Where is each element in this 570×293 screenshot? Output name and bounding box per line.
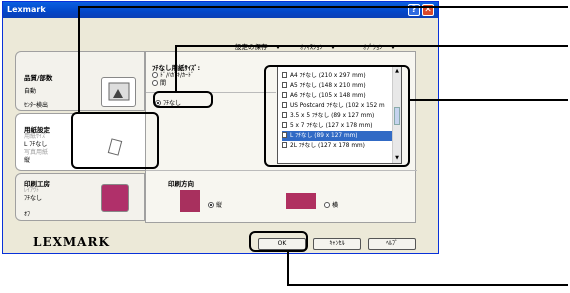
tab-paper-line2: L ﾌﾁなし [24, 141, 48, 148]
tab-quality-line2: 自動 [24, 88, 37, 95]
callout-line [287, 284, 568, 286]
callout-box-list [264, 65, 410, 167]
radio-icon [324, 202, 330, 208]
tab-quality[interactable]: 品質/部数 自動 ｾﾝﾀｰ検出 [15, 51, 145, 111]
title-bar[interactable]: Lexmark ? ✕ [3, 2, 438, 18]
callout-line [175, 45, 177, 92]
photo-thumbnail-icon [101, 184, 129, 212]
window-title: Lexmark [7, 5, 46, 14]
callout-box-tab [71, 112, 159, 169]
callout-box-borderless [153, 91, 213, 108]
callout-line [410, 99, 568, 101]
portrait-option[interactable]: 縦 [208, 200, 222, 209]
tab-studio-line4: ｵﾌ [24, 211, 31, 218]
portrait-icon [180, 190, 200, 212]
landscape-icon [286, 193, 316, 209]
option-other-label: 間 [160, 80, 167, 87]
photo-quality-icon [101, 77, 136, 107]
tab-paper-line1: 用紙ｻｲｽﾞ [24, 133, 49, 140]
tab-print-studio[interactable]: 印刷工房 ﾚｲｱｳﾄ ﾌﾁなし ｵﾌ [15, 173, 145, 221]
landscape-label: 横 [332, 202, 339, 209]
landscape-option[interactable]: 横 [324, 200, 338, 209]
help-button[interactable]: ﾍﾙﾌﾟ [368, 238, 416, 250]
tab-studio-line2: ﾌﾁなし [24, 195, 43, 202]
cancel-button[interactable]: ｷｬﾝｾﾙ [313, 238, 361, 250]
option-other[interactable]: 間 [152, 78, 166, 87]
orientation-label: 印刷方向 [168, 180, 194, 188]
callout-line [287, 252, 289, 285]
radio-icon [152, 80, 158, 86]
portrait-label: 縦 [216, 202, 223, 209]
callout-box-ok [249, 231, 308, 252]
tab-quality-title: 品質/部数 [24, 74, 53, 82]
divider [146, 170, 417, 171]
tab-paper-line3: 写真用紙 [24, 149, 49, 156]
callout-line [78, 6, 80, 112]
tab-quality-line4: ｾﾝﾀｰ検出 [24, 102, 49, 109]
callout-line [175, 45, 568, 47]
radio-selected-icon [208, 202, 214, 208]
tab-studio-line1: ﾚｲｱｳﾄ [24, 187, 40, 194]
tab-paper-line4: 縦 [24, 157, 31, 164]
callout-line [78, 6, 568, 8]
lexmark-logo: LEXMARK [33, 235, 110, 249]
